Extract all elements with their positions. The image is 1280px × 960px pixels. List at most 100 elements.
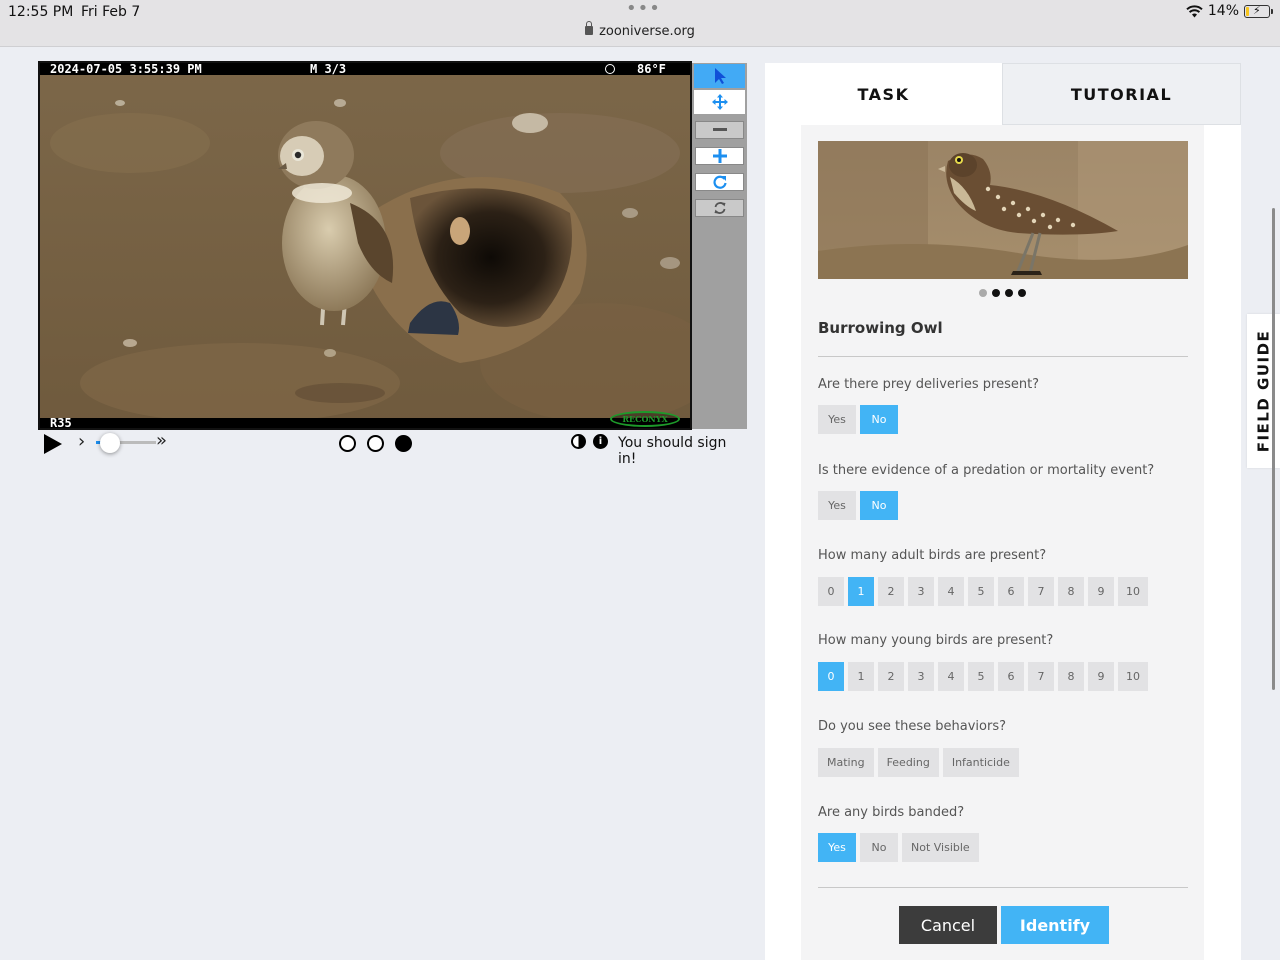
option-young-0[interactable]: 0 [818,662,844,691]
double-chevron-right-icon[interactable]: » [156,430,167,451]
image-carousel-dots [979,289,1026,297]
option-behaviors-mating[interactable]: Mating [818,748,874,777]
page-scrollbar[interactable] [1272,208,1275,690]
clock-time: 12:55 PM [8,4,74,20]
option-adults-2[interactable]: 2 [878,577,904,606]
carousel-dot-4[interactable] [1018,289,1026,297]
divider [818,887,1188,888]
option-young-5[interactable]: 5 [968,662,994,691]
question-adults: How many adult birds are present? [818,548,1047,563]
option-behaviors-infanticide[interactable]: Infanticide [942,748,1019,777]
option-banded-yes[interactable]: Yes [818,833,856,862]
option-young-9[interactable]: 9 [1088,662,1114,691]
option-young-8[interactable]: 8 [1058,662,1084,691]
info-icon[interactable]: i [593,434,608,449]
option-adults-0[interactable]: 0 [818,577,844,606]
option-young-2[interactable]: 2 [878,662,904,691]
frame-dot-2[interactable] [367,435,384,452]
option-prey-yes[interactable]: Yes [818,405,856,434]
option-young-10[interactable]: 10 [1118,662,1148,691]
option-adults-1[interactable]: 1 [848,577,874,606]
option-adults-7[interactable]: 7 [1028,577,1054,606]
field-guide-label: FIELD GUIDE [1254,329,1273,453]
question-young: How many young birds are present? [818,633,1054,648]
viewer-options: i [571,434,608,449]
multitask-dots-icon[interactable]: ••• [626,0,661,19]
pointer-tool-button[interactable] [694,64,745,88]
chevron-right-icon[interactable]: › [78,431,85,452]
reset-button[interactable] [695,199,744,217]
task-actions: Cancel Identify [899,906,1109,944]
carousel-dot-2[interactable] [992,289,1000,297]
battery-percent: 14% [1207,3,1239,19]
address-bar[interactable]: zooniverse.org [0,21,1280,39]
zoom-out-button[interactable] [695,121,744,139]
move-tool-button[interactable] [694,90,745,114]
species-example-image [818,141,1188,279]
carousel-dot-3[interactable] [1005,289,1013,297]
slider-handle[interactable] [100,433,120,453]
camera-temperature: 86°F [637,62,666,76]
frame-dot-3[interactable] [395,435,412,452]
camera-brand-logo: RECONYX [610,411,680,427]
zoom-in-icon [712,149,727,163]
option-young-3[interactable]: 3 [908,662,934,691]
question-behaviors: Do you see these behaviors? [818,719,1006,734]
option-adults-6[interactable]: 6 [998,577,1024,606]
options-behaviors: Mating Feeding Infanticide [818,748,1019,777]
camera-timestamp: 2024-07-05 3:55:39 PM [50,62,202,76]
options-adults: 0 1 2 3 4 5 6 7 8 9 10 [818,577,1148,606]
rotate-button[interactable] [695,173,744,191]
option-adults-9[interactable]: 9 [1088,577,1114,606]
tab-tutorial[interactable]: TUTORIAL [1002,63,1241,125]
cancel-button[interactable]: Cancel [899,906,997,944]
option-banded-no[interactable]: No [860,833,898,862]
option-young-1[interactable]: 1 [848,662,874,691]
carousel-dot-1[interactable] [979,289,987,297]
question-banded: Are any birds banded? [818,805,965,820]
options-predation: Yes No [818,491,898,520]
contrast-icon[interactable] [571,434,586,449]
divider [818,356,1188,357]
play-button[interactable] [44,434,62,454]
option-behaviors-feeding[interactable]: Feeding [877,748,939,777]
option-young-4[interactable]: 4 [938,662,964,691]
image-toolbar [692,63,747,429]
sign-in-notice: You should sign in! [618,435,727,467]
camera-trap-photo [40,63,690,428]
option-young-7[interactable]: 7 [1028,662,1054,691]
wifi-icon [1186,4,1203,17]
frame-dot-1[interactable] [339,435,356,452]
option-young-6[interactable]: 6 [998,662,1024,691]
option-adults-10[interactable]: 10 [1118,577,1148,606]
identify-button[interactable]: Identify [1001,906,1109,944]
move-icon [711,94,728,110]
rotate-icon [712,175,727,189]
lock-icon [585,21,594,35]
option-adults-3[interactable]: 3 [908,577,934,606]
burrowing-owl-photo [818,141,1188,279]
option-adults-5[interactable]: 5 [968,577,994,606]
question-prey: Are there prey deliveries present? [818,377,1040,392]
moon-phase-icon [605,64,615,74]
browser-status-bar: 12:55 PM Fri Feb 7 ••• zooniverse.org 14… [0,0,1280,47]
camera-info-bar: 2024-07-05 3:55:39 PM M 3/3 86°F [40,63,690,75]
frame-selector [339,435,412,452]
question-predation: Is there evidence of a predation or mort… [818,463,1155,478]
subject-image[interactable]: 2024-07-05 3:55:39 PM M 3/3 86°F R35 REC… [38,61,692,430]
options-prey: Yes No [818,405,898,434]
zoom-out-icon [712,128,727,131]
classifier-tabs: TASK TUTORIAL [765,63,1241,125]
pointer-icon [714,68,726,84]
option-adults-8[interactable]: 8 [1058,577,1084,606]
options-young: 0 1 2 3 4 5 6 7 8 9 10 [818,662,1148,691]
option-prey-no[interactable]: No [860,405,898,434]
option-banded-not-visible[interactable]: Not Visible [902,833,979,862]
option-adults-4[interactable]: 4 [938,577,964,606]
tab-task[interactable]: TASK [765,63,1002,125]
clock-date: Fri Feb 7 [81,4,141,20]
option-predation-yes[interactable]: Yes [818,491,856,520]
field-guide-tab[interactable]: FIELD GUIDE [1247,314,1280,468]
zoom-in-button[interactable] [695,147,744,165]
option-predation-no[interactable]: No [860,491,898,520]
